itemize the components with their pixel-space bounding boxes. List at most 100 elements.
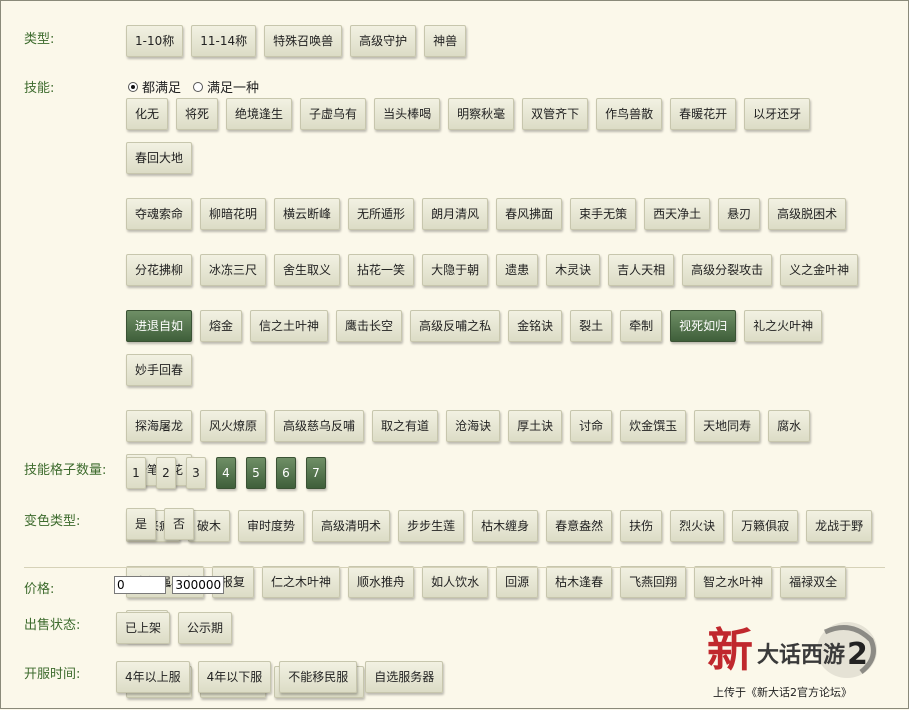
server-custom-select[interactable]: 自选服务器 xyxy=(365,661,444,693)
skill-option[interactable]: 分花拂柳 xyxy=(126,254,193,286)
skill-option[interactable]: 作鸟兽散 xyxy=(596,98,663,130)
skill-option[interactable]: 回源 xyxy=(496,566,539,598)
game-logo-watermark: 新 大话西游 2 上传于《新大话2官方论坛》 xyxy=(707,622,877,699)
logo-brand-number: 2 xyxy=(847,637,868,672)
color-change-yes[interactable]: 是 xyxy=(126,508,157,540)
skill-option[interactable]: 明察秋毫 xyxy=(448,98,515,130)
type-label: 类型: xyxy=(24,32,55,47)
logo-brand-char: 新 xyxy=(707,623,753,677)
slot-count-option[interactable]: 2 xyxy=(156,457,176,489)
price-max-input[interactable] xyxy=(172,576,225,594)
type-option-11-14[interactable]: 11-14称 xyxy=(191,25,257,57)
skill-option[interactable]: 顺水推舟 xyxy=(348,566,415,598)
skill-option[interactable]: 探海屠龙 xyxy=(126,410,193,442)
status-listed[interactable]: 已上架 xyxy=(116,612,171,644)
skill-option[interactable]: 飞燕回翔 xyxy=(620,566,687,598)
skill-option[interactable]: 如人饮水 xyxy=(422,566,489,598)
skill-option[interactable]: 春风拂面 xyxy=(496,198,563,230)
skill-option[interactable]: 天地同寿 xyxy=(694,410,761,442)
skill-option[interactable]: 绝境逢生 xyxy=(226,98,293,130)
skill-option[interactable]: 大隐于朝 xyxy=(422,254,489,286)
skill-option[interactable]: 妙手回春 xyxy=(126,354,193,386)
skill-option[interactable]: 横云断峰 xyxy=(274,198,341,230)
skill-option[interactable]: 高级反哺之私 xyxy=(410,310,501,342)
skill-option[interactable]: 遗患 xyxy=(496,254,539,286)
skill-option[interactable]: 福禄双全 xyxy=(780,566,847,598)
skill-option[interactable]: 将死 xyxy=(176,98,219,130)
skill-option[interactable]: 舍生取义 xyxy=(274,254,341,286)
skill-option[interactable]: 西天净土 xyxy=(644,198,711,230)
skill-option[interactable]: 熔金 xyxy=(200,310,243,342)
skill-option[interactable]: 朗月清风 xyxy=(422,198,489,230)
skill-option[interactable]: 风火燎原 xyxy=(200,410,267,442)
skill-option[interactable]: 双管齐下 xyxy=(522,98,589,130)
match-any-label: 满足一种 xyxy=(207,81,260,96)
sale-status-label: 出售状态: xyxy=(24,618,81,633)
type-options: 1-10称 11-14称 特殊召唤兽 高级守护 神兽 xyxy=(126,25,879,57)
skill-option[interactable]: 信之土叶神 xyxy=(250,310,329,342)
skill-option[interactable]: 裂土 xyxy=(570,310,613,342)
price-range: - xyxy=(114,576,225,594)
skill-option[interactable]: 义之金叶神 xyxy=(780,254,859,286)
type-option-advanced-guard[interactable]: 高级守护 xyxy=(350,25,417,57)
skill-option[interactable]: 高级慈乌反哺 xyxy=(274,410,365,442)
skill-option[interactable]: 智之水叶神 xyxy=(694,566,773,598)
skill-option[interactable]: 无所遁形 xyxy=(348,198,415,230)
match-any-radio[interactable]: 满足一种 xyxy=(193,77,259,96)
type-option-divine-beast[interactable]: 神兽 xyxy=(424,25,467,57)
skill-option[interactable]: 枯木逢春 xyxy=(546,566,613,598)
price-separator: - xyxy=(167,578,172,592)
skill-option[interactable]: 仁之木叶神 xyxy=(262,566,341,598)
skill-option[interactable]: 吉人天相 xyxy=(608,254,675,286)
skill-option[interactable]: 炊金馔玉 xyxy=(620,410,687,442)
skill-option[interactable]: 子虚乌有 xyxy=(300,98,367,130)
skill-option[interactable]: 沧海诀 xyxy=(446,410,501,442)
skill-option[interactable]: 木灵诀 xyxy=(546,254,601,286)
type-option-special-summon[interactable]: 特殊召唤兽 xyxy=(264,25,343,57)
slot-count-option[interactable]: 3 xyxy=(186,457,206,489)
skill-option[interactable]: 腐水 xyxy=(768,410,811,442)
section-divider xyxy=(24,567,885,568)
skill-option[interactable]: 当头棒喝 xyxy=(374,98,441,130)
skill-option[interactable]: 取之有道 xyxy=(372,410,439,442)
server-no-migration[interactable]: 不能移民服 xyxy=(279,661,358,693)
skill-option[interactable]: 讨命 xyxy=(570,410,613,442)
server-over-4-years[interactable]: 4年以上服 xyxy=(116,661,190,693)
skill-option[interactable]: 牵制 xyxy=(620,310,663,342)
skill-option[interactable]: 金铭诀 xyxy=(508,310,563,342)
skill-option[interactable]: 高级脱困术 xyxy=(768,198,847,230)
skill-option[interactable]: 夺魂索命 xyxy=(126,198,193,230)
skill-option[interactable]: 悬刃 xyxy=(718,198,761,230)
skill-option[interactable]: 以牙还牙 xyxy=(744,98,811,130)
skill-option[interactable]: 进退自如 xyxy=(126,310,193,342)
skill-option[interactable]: 春暖花开 xyxy=(670,98,737,130)
price-min-input[interactable] xyxy=(114,576,166,594)
slot-count-option[interactable]: 4 xyxy=(216,457,236,489)
skill-option[interactable]: 视死如归 xyxy=(670,310,737,342)
price-label: 价格: xyxy=(24,582,55,597)
slot-count-option[interactable]: 6 xyxy=(276,457,296,489)
skill-option[interactable]: 冰冻三尺 xyxy=(200,254,267,286)
skill-option[interactable]: 春回大地 xyxy=(126,142,193,174)
match-all-radio[interactable]: 都满足 xyxy=(128,77,181,96)
skill-option[interactable]: 鹰击长空 xyxy=(336,310,403,342)
skill-option[interactable]: 化无 xyxy=(126,98,169,130)
skill-option[interactable]: 高级分裂攻击 xyxy=(682,254,773,286)
color-change-options: 是 否 xyxy=(126,508,879,540)
server-under-4-years[interactable]: 4年以下服 xyxy=(197,661,272,693)
skill-option[interactable]: 拈花一笑 xyxy=(348,254,415,286)
slot-count-options: 1234567 xyxy=(126,457,879,489)
skill-option[interactable]: 礼之火叶神 xyxy=(744,310,823,342)
skill-option[interactable]: 柳暗花明 xyxy=(200,198,267,230)
server-age-label: 开服时间: xyxy=(24,667,81,682)
radio-unchecked-icon xyxy=(193,81,204,92)
status-public-notice[interactable]: 公示期 xyxy=(178,612,233,644)
slot-count-option[interactable]: 1 xyxy=(126,457,146,489)
logo-caption: 上传于《新大话2官方论坛》 xyxy=(713,685,852,699)
skill-option[interactable]: 厚土诀 xyxy=(508,410,563,442)
color-change-no[interactable]: 否 xyxy=(164,508,195,540)
slot-count-option[interactable]: 5 xyxy=(246,457,266,489)
slot-count-option[interactable]: 7 xyxy=(306,457,326,489)
type-option-1-10[interactable]: 1-10称 xyxy=(126,25,184,57)
skill-option[interactable]: 束手无策 xyxy=(570,198,637,230)
